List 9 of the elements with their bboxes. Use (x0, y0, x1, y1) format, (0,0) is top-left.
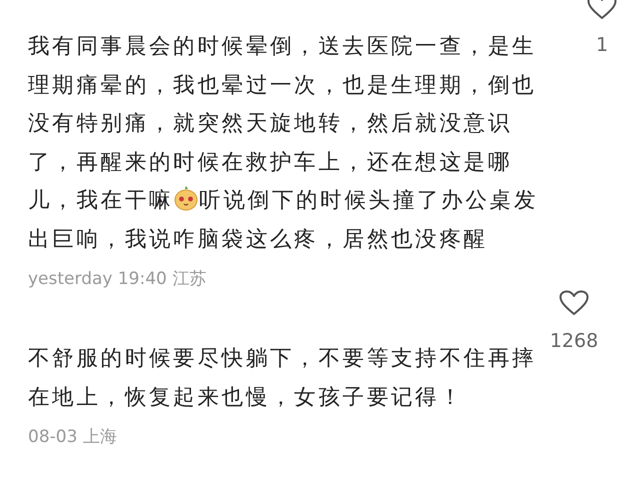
like-count: 1268 (550, 330, 598, 352)
like-count: 1 (596, 34, 608, 56)
comment-text: 不舒服的时候要尽快躺下，不要等支持不住再摔 在地上，恢复起来也慢，女孩子要记得！ (28, 345, 536, 412)
heart-icon[interactable] (587, 0, 618, 20)
comment-meta: 08-03 上海 (28, 426, 118, 448)
emoji-icon (174, 185, 198, 211)
heart-icon[interactable] (559, 290, 589, 316)
comment-text: 我有同事晨会的时候晕倒，送去医院一查，是生 理期痛晕的，我也晕过一次，也是生理期，倒也 没有特别痛，就突然天旋地转，然后就没意识 了，再醒来的时候在救护车上，还在想这是哪 儿，我在干嘛 听说倒下的时候头撞了办公桌发 出巨响，我说咋脑袋这么疼，居然也没疼醒 (28, 33, 538, 254)
comment-meta: yesterday 19:40 江苏 (28, 268, 208, 290)
